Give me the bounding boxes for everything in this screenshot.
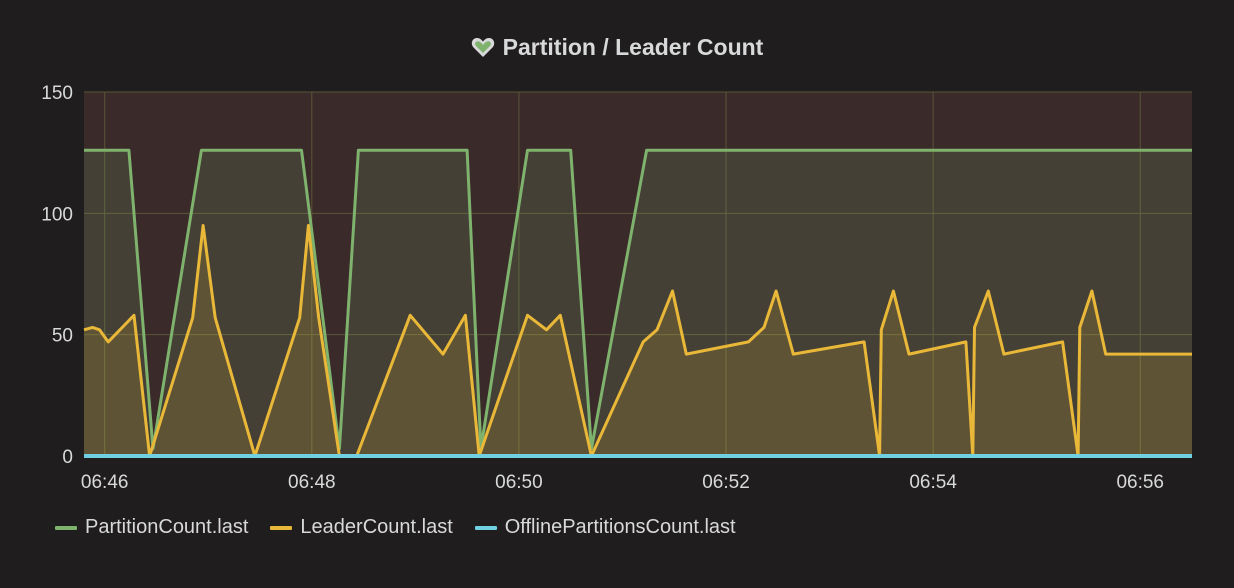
x-tick-label-06-46: 06:46	[81, 472, 129, 493]
legend-swatch	[474, 525, 497, 530]
legend-label: OfflinePartitionsCount.last	[504, 516, 736, 538]
x-tick-label-06-54: 06:54	[909, 472, 957, 493]
y-tick-label-100: 100	[41, 204, 73, 225]
x-tick-label-06-48: 06:48	[288, 472, 336, 493]
legend-swatch	[55, 525, 77, 530]
y-tick-label-150: 150	[41, 83, 73, 104]
legend-label: PartitionCount.last	[85, 516, 249, 538]
y-tick-label-50: 50	[52, 326, 73, 347]
legend-label: LeaderCount.last	[300, 516, 453, 538]
legend-swatch	[270, 525, 293, 530]
x-tick-label-06-56: 06:56	[1116, 472, 1164, 493]
x-tick-label-06-52: 06:52	[702, 472, 750, 493]
legend: PartitionCount.last LeaderCount.last Offli…	[55, 516, 758, 539]
legend-item-2[interactable]: OfflinePartitionsCount.last	[474, 516, 736, 539]
legend-item-0[interactable]: PartitionCount.last	[55, 516, 248, 539]
legend-item-1[interactable]: LeaderCount.last	[270, 516, 453, 539]
y-tick-label-0: 0	[62, 447, 73, 468]
x-tick-label-06-50: 06:50	[495, 472, 543, 493]
series-layer	[83, 148, 1192, 458]
chart-plot: 0 50 100 150 06:46 06:48 06:50 06:52 06:54 06:56	[41, 83, 1192, 493]
chart-panel: Partition / Leader Count 0 50 100 150 06:46 0…	[0, 0, 1234, 588]
